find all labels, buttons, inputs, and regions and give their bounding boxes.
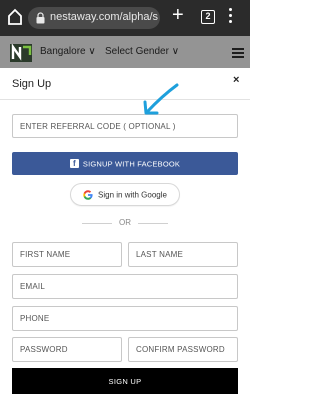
google-signin-button[interactable]: Sign in with Google <box>70 183 180 206</box>
last-name-input[interactable] <box>128 242 238 267</box>
header-divider <box>0 99 250 100</box>
new-tab-icon[interactable]: + <box>172 5 184 25</box>
facebook-icon: f <box>69 159 79 169</box>
browser-toolbar: nestaway.com/alpha/sig + 2 <box>0 0 250 36</box>
lock-icon <box>36 12 45 24</box>
more-menu-icon[interactable] <box>229 8 233 26</box>
signup-button[interactable]: SIGN UP <box>12 368 238 394</box>
tab-switcher-button[interactable]: 2 <box>201 10 215 24</box>
annotation-arrow-icon <box>143 83 179 115</box>
signup-facebook-button[interactable]: f SIGNUP WITH FACEBOOK <box>12 152 238 175</box>
password-input[interactable] <box>12 337 122 362</box>
facebook-button-label: SIGNUP WITH FACEBOOK <box>82 159 181 169</box>
or-line-right <box>138 223 168 224</box>
url-bar[interactable]: nestaway.com/alpha/sig <box>28 7 160 29</box>
signup-modal: Sign Up × fSIGNUP WITH FACEBOOK Sign in … <box>0 68 250 400</box>
confirm-password-input[interactable] <box>128 337 238 362</box>
or-label: OR <box>119 218 131 227</box>
google-icon <box>83 189 93 200</box>
modal-title: Sign Up <box>12 78 52 90</box>
home-icon[interactable] <box>7 8 23 26</box>
first-name-input[interactable] <box>12 242 122 267</box>
referral-code-input[interactable] <box>12 114 238 138</box>
nestaway-logo <box>10 44 32 62</box>
google-button-label: Sign in with Google <box>98 190 167 199</box>
url-text: nestaway.com/alpha/sig <box>50 11 158 23</box>
close-icon[interactable]: × <box>233 74 239 86</box>
phone-input[interactable] <box>12 306 238 331</box>
or-line-left <box>82 223 112 224</box>
or-separator: OR <box>82 217 168 229</box>
email-input[interactable] <box>12 274 238 299</box>
